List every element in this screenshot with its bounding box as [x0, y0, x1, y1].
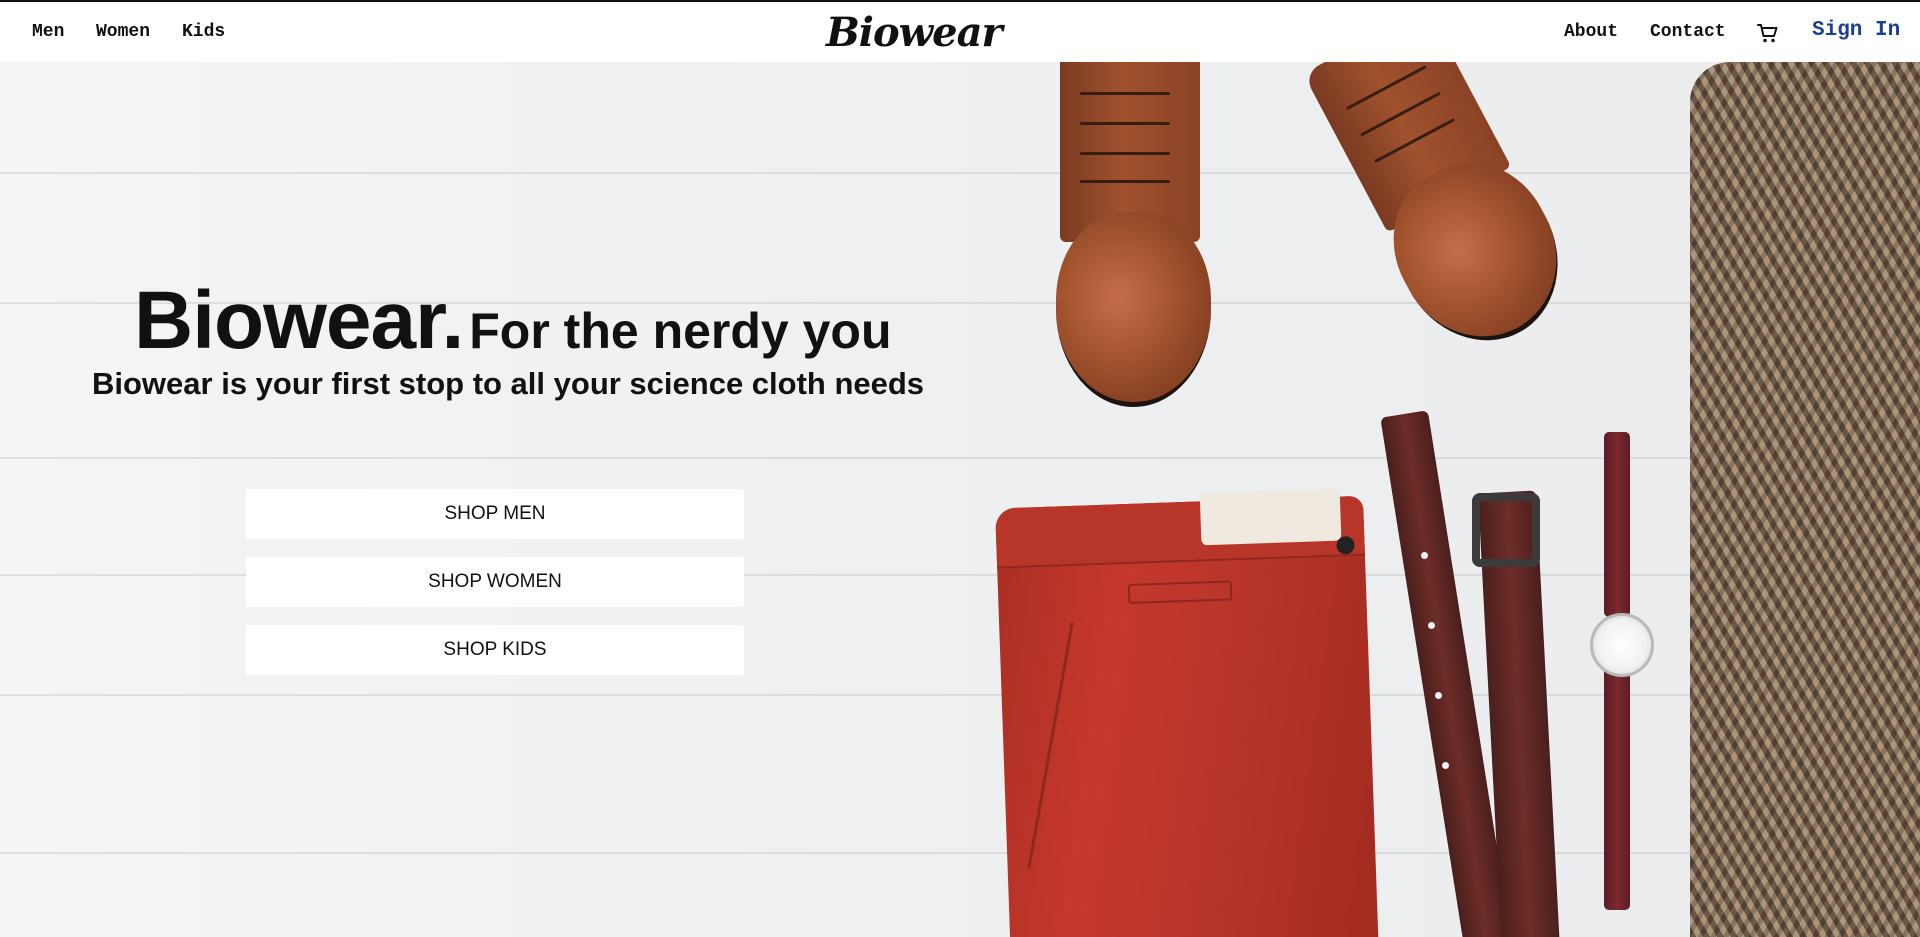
shop-women-button[interactable]: SHOP WOMEN	[246, 557, 744, 607]
nav-link-women[interactable]: Women	[96, 21, 150, 43]
hero-subtitle: Biowear is your first stop to all your s…	[92, 366, 925, 401]
nav-link-contact[interactable]: Contact	[1650, 21, 1726, 43]
shop-kids-button[interactable]: SHOP KIDS	[246, 625, 744, 675]
knit-sweater	[1690, 62, 1920, 937]
hero-brand-name: Biowear.	[134, 275, 464, 366]
brand-logo[interactable]: Biowear	[826, 8, 1003, 58]
nav-link-about[interactable]: About	[1564, 21, 1618, 43]
top-navbar: Men Women Kids Biowear About Contact Sig…	[0, 0, 1920, 62]
nav-link-men[interactable]: Men	[32, 21, 64, 43]
shop-men-button[interactable]: SHOP MEN	[246, 489, 744, 539]
sign-in-link[interactable]: Sign In	[1812, 20, 1900, 42]
nav-link-kids[interactable]: Kids	[182, 21, 225, 43]
hero-tagline: For the nerdy you	[469, 303, 892, 359]
red-pants	[995, 488, 1379, 937]
hero-title: Biowear. For the nerdy you	[134, 280, 892, 362]
hero-section: Biowear. For the nerdy you Biowear is you…	[0, 62, 1920, 937]
shopping-cart-icon[interactable]	[1757, 22, 1779, 44]
